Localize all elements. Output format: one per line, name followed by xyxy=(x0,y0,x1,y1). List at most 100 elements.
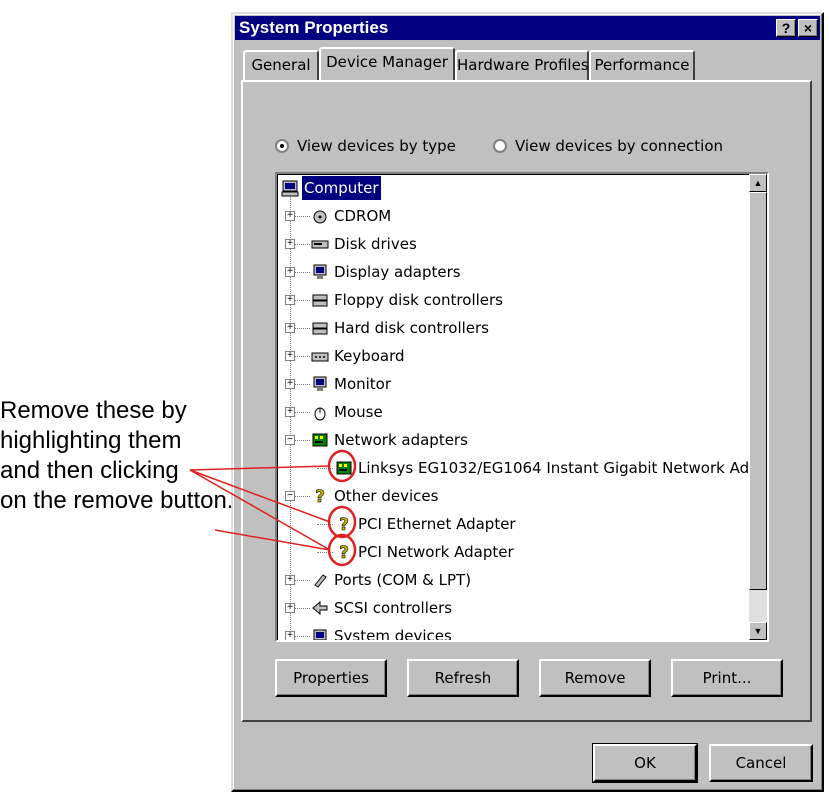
computer-icon xyxy=(281,180,299,197)
radio-button[interactable] xyxy=(493,139,507,153)
keyboard-icon xyxy=(311,352,329,362)
radio-button[interactable] xyxy=(275,139,289,153)
tree-item-label: Hard disk controllers xyxy=(334,319,489,337)
tree-category-item[interactable]: System devices xyxy=(311,624,454,642)
tree-item-label: Keyboard xyxy=(334,347,405,365)
ok-button[interactable]: OK xyxy=(592,743,698,783)
scroll-up-button[interactable]: ▲ xyxy=(749,174,767,192)
disk-drive-icon xyxy=(311,240,329,249)
unknown-device-icon: ? xyxy=(339,543,349,561)
unknown-device-icon: ? xyxy=(315,487,325,505)
scroll-thumb[interactable] xyxy=(749,192,767,590)
network-adapter-icon xyxy=(312,433,328,447)
svg-text:?: ? xyxy=(339,543,349,561)
annotation-line: highlighting them xyxy=(0,427,182,454)
tree-guide-line xyxy=(317,524,333,525)
tree-category-item[interactable]: Hard disk controllers xyxy=(311,316,491,340)
expand-icon[interactable]: + xyxy=(285,239,295,249)
expand-icon[interactable]: + xyxy=(285,323,295,333)
scroll-down-button[interactable]: ▼ xyxy=(749,622,767,640)
expand-icon[interactable]: + xyxy=(285,603,295,613)
expand-icon[interactable]: + xyxy=(285,211,295,221)
tree-category-item[interactable]: Mouse xyxy=(311,400,385,424)
tree-child-item[interactable]: ? PCI Network Adapter xyxy=(335,540,516,564)
tree-category-item[interactable]: Floppy disk controllers xyxy=(311,288,505,312)
radio-label: View devices by type xyxy=(297,137,456,155)
tree-item-label: Disk drives xyxy=(334,235,417,253)
tree-item-label: System devices xyxy=(334,627,452,642)
network-adapter-icon xyxy=(336,461,352,475)
tree-child-item[interactable]: Linksys EG1032/EG1064 Instant Gigabit Ne… xyxy=(335,456,767,480)
monitor-icon xyxy=(313,376,327,391)
expand-icon[interactable]: + xyxy=(285,295,295,305)
tree-guide-line xyxy=(317,468,333,469)
radio-label: View devices by connection xyxy=(515,137,724,155)
window-title: System Properties xyxy=(239,18,389,37)
remove-button[interactable]: Remove xyxy=(539,659,651,697)
tree-root-computer[interactable]: Computer xyxy=(281,176,381,200)
tree-category-item[interactable]: Monitor xyxy=(311,372,393,396)
expand-icon[interactable]: + xyxy=(285,631,295,640)
cancel-button[interactable]: Cancel xyxy=(709,744,813,782)
expand-icon[interactable]: + xyxy=(285,351,295,361)
tree-item-label: PCI Ethernet Adapter xyxy=(358,515,516,533)
cdrom-icon xyxy=(313,210,327,224)
tree-category-item[interactable]: CDROM xyxy=(311,204,393,228)
refresh-button[interactable]: Refresh xyxy=(407,659,519,697)
expand-icon[interactable]: + xyxy=(285,575,295,585)
hard-disk-controller-icon xyxy=(312,322,328,335)
expand-icon[interactable]: + xyxy=(285,407,295,417)
tree-category-item[interactable]: Network adapters xyxy=(311,428,470,452)
tree-item-label: Other devices xyxy=(334,487,439,505)
scsi-icon xyxy=(312,600,328,616)
tree-category-item[interactable]: Display adapters xyxy=(311,260,463,284)
display-adapter-icon xyxy=(313,264,327,279)
close-button[interactable]: × xyxy=(798,19,818,37)
annotation-line: Remove these by xyxy=(0,397,187,424)
system-device-icon xyxy=(313,629,327,640)
properties-button[interactable]: Properties xyxy=(275,659,387,697)
device-manager-panel: View devices by type View devices by con… xyxy=(241,80,812,722)
device-tree-list: Computer CDROM + Disk drives + Display adapt… xyxy=(277,174,767,642)
collapse-icon[interactable]: − xyxy=(285,491,295,501)
tree-item-label: PCI Network Adapter xyxy=(358,543,514,561)
tree-category-item[interactable]: SCSI controllers xyxy=(311,596,454,620)
expand-icon[interactable]: + xyxy=(285,267,295,277)
tree-child-item[interactable]: ? PCI Ethernet Adapter xyxy=(335,512,518,536)
tree-guide-line xyxy=(317,552,333,553)
annotation-text: Remove these by highlighting them and th… xyxy=(0,396,250,516)
tree-item-label: Computer xyxy=(302,176,381,200)
tab-device-manager[interactable]: Device Manager xyxy=(319,47,455,80)
tree-item-label: SCSI controllers xyxy=(334,599,453,617)
tree-item-label: Network adapters xyxy=(334,431,468,449)
title-bar[interactable]: System Properties ? × xyxy=(235,16,820,40)
expand-icon[interactable]: + xyxy=(285,379,295,389)
tab-performance[interactable]: Performance xyxy=(589,50,695,80)
annotation-line: on the remove button. xyxy=(0,487,234,514)
help-button[interactable]: ? xyxy=(776,19,796,37)
radio-view-by-connection[interactable]: View devices by connection xyxy=(493,137,723,155)
device-tree[interactable]: Computer CDROM + Disk drives + Display adapt… xyxy=(275,172,769,642)
tree-item-label: Floppy disk controllers xyxy=(334,291,503,309)
annotation-line: and then clicking xyxy=(0,457,179,484)
print-button[interactable]: Print... xyxy=(671,659,783,697)
system-properties-window: System Properties ? × General Device Man… xyxy=(231,12,824,792)
unknown-device-icon: ? xyxy=(339,515,349,533)
mouse-icon xyxy=(314,407,326,421)
radio-view-by-type[interactable]: View devices by type xyxy=(275,137,456,155)
tree-scrollbar[interactable]: ▲ ▼ xyxy=(749,174,767,640)
tree-item-label: Ports (COM & LPT) xyxy=(334,571,472,589)
tree-item-label: Mouse xyxy=(334,403,383,421)
tree-category-item[interactable]: Disk drives xyxy=(311,232,419,256)
port-icon xyxy=(314,574,327,588)
tree-category-item[interactable]: Keyboard xyxy=(311,344,407,368)
tab-general[interactable]: General xyxy=(243,50,319,80)
collapse-icon[interactable]: − xyxy=(285,435,295,445)
tab-hardware-profiles[interactable]: Hardware Profiles xyxy=(455,50,589,80)
floppy-controller-icon xyxy=(312,294,328,307)
svg-text:?: ? xyxy=(339,515,349,533)
tree-category-item[interactable]: ? Other devices xyxy=(311,484,440,508)
tree-category-item[interactable]: Ports (COM & LPT) xyxy=(311,568,473,592)
svg-text:?: ? xyxy=(315,487,325,505)
tree-item-label: Display adapters xyxy=(334,263,461,281)
